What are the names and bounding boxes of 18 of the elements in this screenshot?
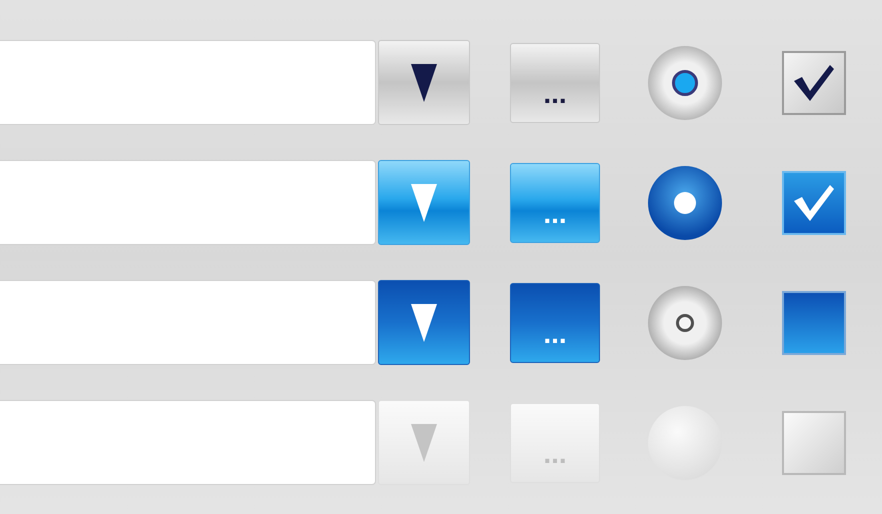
checkbox[interactable]: [782, 50, 846, 114]
browse-button[interactable]: ...: [510, 162, 600, 242]
text-field[interactable]: [0, 280, 376, 365]
triangle-icon: [411, 64, 437, 102]
browse-button[interactable]: ...: [510, 42, 600, 122]
checkbox[interactable]: [782, 170, 846, 234]
checkmark-icon: [792, 62, 836, 102]
text-field[interactable]: [0, 160, 376, 245]
dropdown-button[interactable]: [378, 280, 470, 365]
text-field[interactable]: [0, 40, 376, 125]
text-field[interactable]: [0, 400, 376, 485]
triangle-icon: [411, 424, 437, 462]
triangle-icon: [411, 184, 437, 222]
triangle-icon: [411, 304, 437, 342]
checkbox[interactable]: [782, 410, 846, 474]
checkbox[interactable]: [782, 290, 846, 354]
browse-button[interactable]: ...: [510, 282, 600, 362]
checkmark-icon: [792, 182, 836, 222]
